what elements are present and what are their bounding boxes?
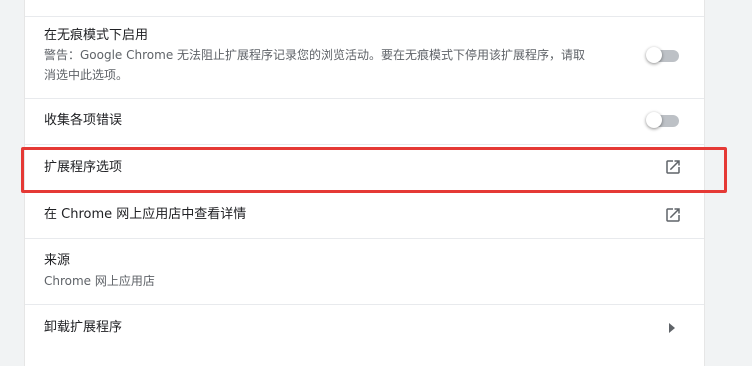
incognito-toggle-knob [646,47,662,63]
webstore-details-title: 在 Chrome 网上应用店中查看详情 [44,207,247,222]
uninstall-title: 卸载扩展程序 [44,320,123,335]
source-row: 来源 Chrome 网上应用店 [25,238,704,304]
open-in-new-icon[interactable] [664,206,682,224]
webstore-details-row[interactable]: 在 Chrome 网上应用店中查看详情 [25,190,704,238]
incognito-toggle[interactable] [646,47,680,63]
source-title: 来源 [44,253,71,268]
collect-errors-toggle-knob [646,112,662,128]
incognito-title: 在无痕模式下启用 [44,28,149,43]
collect-errors-toggle[interactable] [646,112,680,128]
source-value: Chrome 网上应用店 [44,274,155,288]
incognito-warning: 警告：Google Chrome 无法阻止扩展程序记录您的浏览活动。要在无痕模式… [44,45,634,85]
arrow-right-icon[interactable] [668,323,676,333]
incognito-warning-line2: 消选中此选项。 [44,68,129,82]
incognito-row: 在无痕模式下启用 警告：Google Chrome 无法阻止扩展程序记录您的浏览… [25,16,704,98]
highlight-box [21,147,727,193]
collect-errors-title: 收集各项错误 [44,113,123,128]
incognito-warning-line1: 警告：Google Chrome 无法阻止扩展程序记录您的浏览活动。要在无痕模式… [44,48,586,62]
uninstall-row[interactable]: 卸载扩展程序 [25,304,704,366]
collect-errors-row: 收集各项错误 [25,98,704,144]
